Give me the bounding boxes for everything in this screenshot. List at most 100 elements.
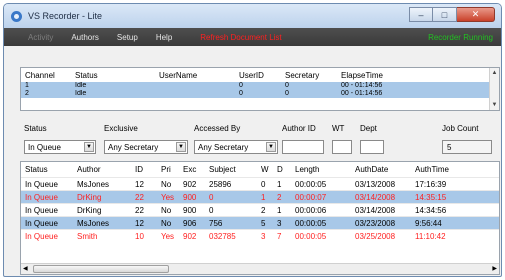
horizontal-scrollbar[interactable]: ◀ ▶ bbox=[21, 263, 499, 274]
col-channel[interactable]: Channel bbox=[21, 71, 71, 80]
job-subject: 032785 bbox=[209, 231, 236, 241]
job-w: 3 bbox=[261, 231, 266, 241]
job-author: MsJones bbox=[77, 218, 110, 228]
job-id: 12 bbox=[135, 179, 144, 189]
jobs-rows: In Queue MsJones 12 No 902 25896 0 1 00:… bbox=[21, 177, 499, 242]
channels-header: Channel Status UserName UserID Secretary… bbox=[21, 68, 499, 82]
accessed-by-select[interactable]: Any Secretary ▼ bbox=[194, 140, 278, 154]
col-author[interactable]: Author bbox=[73, 165, 131, 174]
job-authtime: 17:16:39 bbox=[415, 179, 447, 189]
channels-scrollbar[interactable]: ▲ ▼ bbox=[489, 68, 499, 110]
exclusive-filter-value: Any Secretary bbox=[108, 142, 159, 152]
job-id: 12 bbox=[135, 218, 144, 228]
recorder-app-icon bbox=[10, 10, 23, 23]
job-id: 22 bbox=[135, 192, 144, 202]
table-row[interactable]: In Queue DrKing 22 Yes 900 0 1 2 00:00:0… bbox=[21, 190, 499, 203]
job-status: In Queue bbox=[25, 179, 58, 189]
job-status: In Queue bbox=[25, 218, 58, 228]
table-row[interactable]: In Queue MsJones 12 No 902 25896 0 1 00:… bbox=[21, 177, 499, 190]
job-exc: 906 bbox=[183, 218, 197, 228]
channel-row[interactable]: 2 Idle 0 0 00 - 01:14:56 bbox=[21, 90, 499, 98]
job-authdate: 03/25/2008 bbox=[355, 231, 396, 241]
job-d: 1 bbox=[277, 179, 282, 189]
job-exc: 902 bbox=[183, 179, 197, 189]
col-length[interactable]: Length bbox=[291, 165, 351, 174]
chevron-down-icon[interactable]: ▼ bbox=[266, 142, 276, 152]
maximize-button[interactable]: □ bbox=[433, 7, 457, 22]
col-elapsetime[interactable]: ElapseTime bbox=[337, 71, 427, 80]
col-id[interactable]: ID bbox=[131, 165, 157, 174]
menu-activity[interactable]: Activity bbox=[28, 33, 53, 42]
status-filter-value: In Queue bbox=[28, 142, 61, 152]
job-pri: Yes bbox=[161, 231, 175, 241]
job-authdate: 03/14/2008 bbox=[355, 205, 396, 215]
scroll-thumb[interactable] bbox=[33, 265, 169, 273]
refresh-document-list-link[interactable]: Refresh Document List bbox=[200, 33, 281, 42]
menu-authors[interactable]: Authors bbox=[71, 33, 99, 42]
channel-userid: 0 bbox=[239, 82, 243, 89]
accessed-by-label: Accessed By bbox=[194, 124, 241, 133]
scroll-left-icon[interactable]: ◀ bbox=[23, 265, 28, 272]
jobs-header: Status Author ID Pri Exc Subject W D Len… bbox=[21, 162, 499, 177]
job-exc: 900 bbox=[183, 205, 197, 215]
chevron-down-icon[interactable]: ▼ bbox=[84, 142, 94, 152]
minimize-button[interactable]: – bbox=[409, 7, 433, 22]
chevron-down-icon[interactable]: ▼ bbox=[176, 142, 186, 152]
dept-input[interactable] bbox=[360, 140, 384, 154]
table-row[interactable]: In Queue DrKing 22 No 900 0 2 1 00:00:06… bbox=[21, 203, 499, 216]
status-filter-label: Status bbox=[24, 124, 47, 133]
scroll-down-icon[interactable]: ▼ bbox=[490, 100, 499, 110]
scroll-right-icon[interactable]: ▶ bbox=[492, 265, 497, 272]
title-bar[interactable]: VS Recorder - Lite – □ ✕ bbox=[4, 4, 501, 28]
channel-elapsetime: 00 - 01:14:56 bbox=[341, 90, 383, 97]
close-icon: ✕ bbox=[471, 9, 480, 19]
channel-userid: 0 bbox=[239, 90, 243, 97]
col-pri[interactable]: Pri bbox=[157, 165, 179, 174]
job-authdate: 03/23/2008 bbox=[355, 218, 396, 228]
col-username[interactable]: UserName bbox=[155, 71, 235, 80]
job-author: MsJones bbox=[77, 179, 110, 189]
wt-input[interactable] bbox=[332, 140, 352, 154]
job-authtime: 14:35:15 bbox=[415, 192, 447, 202]
menu-help[interactable]: Help bbox=[156, 33, 172, 42]
job-pri: No bbox=[161, 205, 172, 215]
exclusive-filter-select[interactable]: Any Secretary ▼ bbox=[104, 140, 188, 154]
author-id-input[interactable] bbox=[282, 140, 324, 154]
job-subject: 756 bbox=[209, 218, 223, 228]
channel-row[interactable]: 1 Idle 0 0 00 - 01:14:56 bbox=[21, 82, 499, 90]
close-button[interactable]: ✕ bbox=[457, 7, 495, 22]
job-status: In Queue bbox=[25, 231, 58, 241]
col-d[interactable]: D bbox=[273, 165, 291, 174]
scroll-up-icon[interactable]: ▲ bbox=[490, 68, 499, 78]
job-d: 1 bbox=[277, 205, 282, 215]
job-length: 00:00:07 bbox=[295, 192, 327, 202]
job-author: DrKing bbox=[77, 205, 102, 215]
col-status[interactable]: Status bbox=[21, 165, 73, 174]
job-count-label: Job Count bbox=[442, 124, 479, 133]
col-userid[interactable]: UserID bbox=[235, 71, 281, 80]
job-w: 2 bbox=[261, 205, 266, 215]
col-w[interactable]: W bbox=[257, 165, 273, 174]
col-exc[interactable]: Exc bbox=[179, 165, 205, 174]
job-authdate: 03/13/2008 bbox=[355, 179, 396, 189]
channel-elapsetime: 00 - 01:14:56 bbox=[341, 82, 383, 89]
table-row[interactable]: In Queue Smith 10 Yes 902 032785 3 7 00:… bbox=[21, 229, 499, 242]
job-pri: No bbox=[161, 179, 172, 189]
job-length: 00:00:05 bbox=[295, 231, 327, 241]
col-authdate[interactable]: AuthDate bbox=[351, 165, 411, 174]
table-row[interactable]: In Queue MsJones 12 No 906 756 5 3 00:00… bbox=[21, 216, 499, 229]
job-authtime: 14:34:56 bbox=[415, 205, 447, 215]
status-filter-select[interactable]: In Queue ▼ bbox=[24, 140, 96, 154]
job-id: 22 bbox=[135, 205, 144, 215]
col-status[interactable]: Status bbox=[71, 71, 155, 80]
col-authtime[interactable]: AuthTime bbox=[411, 165, 461, 174]
menu-setup[interactable]: Setup bbox=[117, 33, 138, 42]
col-secretary[interactable]: Secretary bbox=[281, 71, 337, 80]
job-status: In Queue bbox=[25, 192, 58, 202]
job-count-field: 5 bbox=[442, 140, 492, 154]
job-author: Smith bbox=[77, 231, 98, 241]
job-w: 5 bbox=[261, 218, 266, 228]
app-window: VS Recorder - Lite – □ ✕ Activity Author… bbox=[3, 3, 502, 277]
job-id: 10 bbox=[135, 231, 144, 241]
col-subject[interactable]: Subject bbox=[205, 165, 257, 174]
